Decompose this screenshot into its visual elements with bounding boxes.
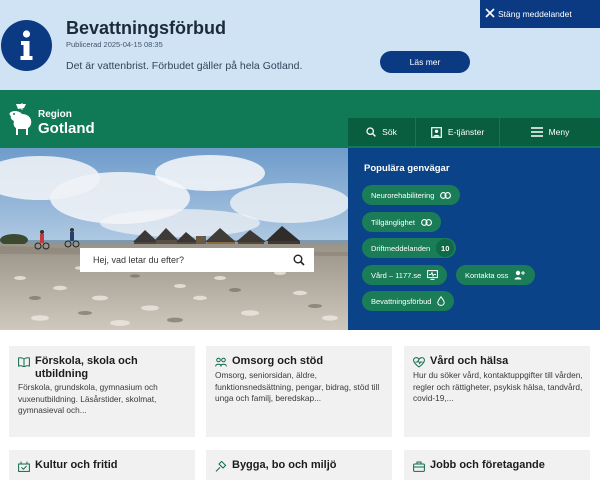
shortcut-driftmeddelanden[interactable]: Driftmeddelanden 10 [362, 238, 457, 258]
alert-banner: Bevattningsförbud Publicerad 2025-04-15 … [0, 0, 600, 90]
shortcuts-title: Populära genvägar [364, 163, 450, 174]
contact-icon [514, 270, 526, 280]
card-text: Hur du söker vård, kontaktuppgifter till… [413, 370, 583, 403]
nav-menu-label: Meny [548, 127, 570, 137]
shortcut-label: Bevattningsförbud [371, 296, 432, 306]
card-bygga-bo-miljo[interactable]: Bygga, bo och miljö [206, 450, 392, 480]
shortcut-tillganglighet[interactable]: Tillgänglighet [362, 212, 441, 232]
shortcut-bevattningsforbud[interactable]: Bevattningsförbud [362, 291, 455, 311]
heart-monitor-icon [427, 270, 439, 280]
close-icon [485, 8, 495, 18]
shortcut-label: Kontakta oss [465, 270, 509, 280]
hero-image: Hej, vad letar du efter? [0, 148, 348, 330]
card-title: Kultur och fritid [35, 459, 118, 471]
card-title: Omsorg och stöd [232, 355, 324, 367]
link-icon [440, 191, 452, 199]
shortcut-label: Neurorehabilitering [371, 190, 435, 200]
hamburger-icon [530, 127, 543, 137]
nav-etjanster-button[interactable]: E-tjänster [416, 118, 500, 146]
nav-search-button[interactable]: Sök [348, 118, 416, 146]
build-icon [215, 461, 227, 472]
heart-pulse-icon [413, 357, 425, 368]
user-card-icon [430, 126, 442, 138]
card-omsorg-stod[interactable]: Omsorg och stöd Omsorg, seniorsidan, äld… [206, 346, 392, 437]
count-badge: 10 [436, 239, 455, 257]
culture-icon [18, 461, 30, 472]
card-title: Bygga, bo och miljö [232, 459, 337, 471]
site-header: Region Gotland Sök E-tjänster Meny [0, 90, 600, 148]
card-title: Förskola, skola och utbildning [35, 355, 138, 380]
shortcut-label: Vård – 1177.se [371, 270, 422, 280]
logo[interactable]: Region Gotland [8, 102, 108, 138]
shortcut-label: Tillgänglighet [371, 217, 415, 227]
read-more-button[interactable]: Läs mer [380, 51, 470, 73]
shortcut-vard-1177[interactable]: Vård – 1177.se [362, 265, 448, 285]
hero-search-input[interactable]: Hej, vad letar du efter? [80, 248, 314, 272]
nav-menu-button[interactable]: Meny [500, 118, 600, 146]
search-icon[interactable] [293, 254, 305, 266]
shortcut-kontakta-oss[interactable]: Kontakta oss [456, 265, 536, 285]
alert-title: Bevattningsförbud [66, 18, 226, 38]
nav-etjanster-label: E-tjänster [447, 127, 485, 137]
close-message-label: Stäng meddelandet [498, 9, 572, 19]
shortcut-label: Driftmeddelanden [371, 243, 431, 253]
card-text: Omsorg, seniorsidan, äldre, funktionsned… [215, 370, 380, 403]
main-nav: Sök E-tjänster Meny [348, 118, 600, 146]
alert-published-date: Publicerad 2025-04-15 08:35 [66, 40, 163, 49]
card-title: Jobb och företagande [430, 459, 545, 471]
logo-region-text: Region [38, 109, 72, 120]
card-text: Förskola, grundskola, gymnasium och vuxe… [18, 382, 158, 415]
water-drop-icon [437, 296, 446, 306]
logo-name-text: Gotland [38, 120, 95, 137]
ram-logo-icon [9, 103, 32, 135]
alert-text: Det är vattenbrist. Förbudet gäller på h… [66, 60, 303, 72]
people-icon [215, 357, 227, 367]
briefcase-icon [413, 461, 425, 472]
category-cards: Förskola, skola och utbildning Förskola,… [0, 330, 600, 480]
card-jobb-foretagande[interactable]: Jobb och företagande [404, 450, 590, 480]
nav-search-label: Sök [382, 127, 397, 137]
card-forskola-skola-utbildning[interactable]: Förskola, skola och utbildning Förskola,… [9, 346, 195, 437]
card-vard-halsa[interactable]: Vård och hälsa Hur du söker vård, kontak… [404, 346, 590, 437]
close-message-button[interactable]: Stäng meddelandet [480, 0, 600, 28]
landscape-illustration [0, 148, 348, 330]
hero-search-placeholder: Hej, vad letar du efter? [93, 255, 185, 265]
book-icon [18, 357, 30, 367]
info-icon [1, 20, 52, 71]
card-kultur-fritid[interactable]: Kultur och fritid [9, 450, 195, 480]
shortcut-neurorehabilitering[interactable]: Neurorehabilitering [362, 185, 461, 205]
search-icon [366, 127, 377, 137]
link-icon [420, 218, 432, 226]
card-title: Vård och hälsa [430, 355, 509, 367]
popular-shortcuts: Populära genvägar Neurorehabilitering Ti… [348, 148, 600, 330]
